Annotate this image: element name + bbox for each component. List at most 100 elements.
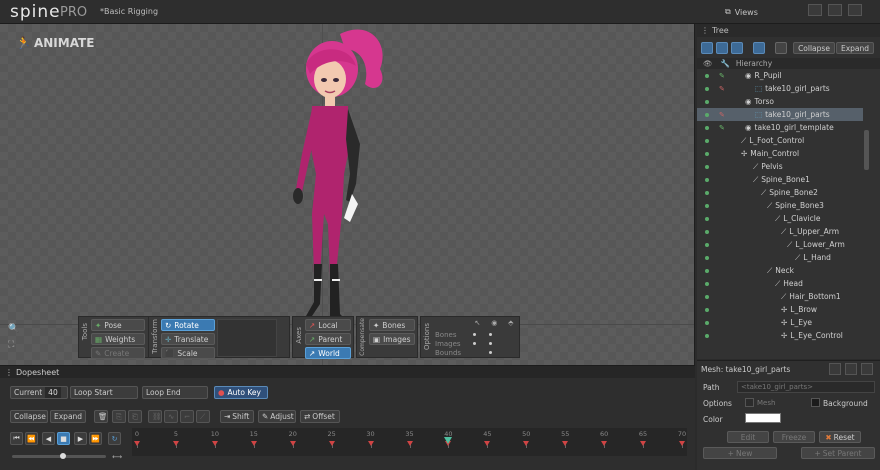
play-reverse-icon[interactable]: ◀ — [42, 432, 55, 445]
parent-axes-button[interactable]: ↗ Parent — [305, 333, 351, 345]
adjust-button[interactable]: ✎ Adjust — [258, 410, 296, 423]
viewport[interactable]: 🏃 ANIMATE 🔍 ⛶ Tools ✦ Pose ▦ Weights ✎ C… — [0, 24, 695, 365]
visibility-dot[interactable] — [705, 333, 709, 338]
mesh-checkbox[interactable] — [745, 398, 754, 407]
curve-keys-icon[interactable]: ∿ — [164, 410, 178, 423]
minimize-button[interactable] — [808, 4, 822, 16]
delete-keys-icon[interactable]: 🗑 — [94, 410, 108, 423]
weights-button[interactable]: ▦ Weights — [91, 333, 145, 345]
playhead[interactable] — [444, 437, 453, 444]
tree-row[interactable]: ✢ L_Eye_Control — [697, 329, 863, 342]
tree-row[interactable]: ✢ L_Brow — [697, 303, 863, 316]
visibility-dot[interactable] — [705, 229, 709, 234]
visibility-dot[interactable] — [705, 320, 709, 325]
visibility-dot[interactable] — [705, 177, 709, 182]
shift-button[interactable]: ⇥ Shift — [220, 410, 254, 423]
stop-icon[interactable]: ■ — [57, 432, 70, 445]
freeze-button[interactable]: Freeze — [773, 431, 815, 443]
zoom-icon[interactable]: 🔍 — [8, 324, 20, 336]
visibility-dot[interactable] — [705, 281, 709, 286]
visibility-dot[interactable] — [705, 112, 709, 117]
tree-collapse-button[interactable]: Collapse — [793, 42, 835, 54]
visibility-dot[interactable] — [705, 203, 709, 208]
visibility-dot[interactable] — [705, 307, 709, 312]
opt-images-select-toggle[interactable] — [473, 342, 476, 345]
timeline-key-marker[interactable] — [640, 441, 647, 446]
mesh-tool-icon-1[interactable] — [829, 363, 841, 375]
timeline-key-marker[interactable] — [134, 441, 140, 446]
speed-slider[interactable] — [12, 455, 106, 458]
auto-key-button[interactable]: ● Auto Key — [214, 386, 268, 399]
play-icon[interactable]: ▶ — [74, 432, 87, 445]
fit-view-icon[interactable]: ⛶ — [8, 340, 20, 352]
tree-row[interactable]: ⟋ L_Foot_Control — [697, 134, 863, 147]
reset-button[interactable]: ✖ Reset — [819, 431, 861, 443]
timeline-key-marker[interactable] — [562, 441, 569, 446]
visibility-dot[interactable] — [705, 86, 709, 91]
previous-key-icon[interactable]: ⏪ — [25, 432, 38, 445]
pose-button[interactable]: ✦ Pose — [91, 319, 145, 331]
loop-start-field[interactable]: Loop Start — [70, 386, 138, 399]
background-checkbox[interactable] — [811, 398, 820, 407]
dopesheet-tab[interactable]: ⋮ Dopesheet — [0, 366, 695, 378]
local-axes-button[interactable]: ↗ Local — [305, 319, 351, 331]
tree-expand-button[interactable]: Expand — [836, 42, 874, 54]
visibility-dot[interactable] — [705, 99, 709, 104]
link-keys-icon[interactable]: ⛓ — [148, 410, 162, 423]
tree-tab[interactable]: ⋮ Tree — [697, 24, 880, 37]
timeline-key-marker[interactable] — [172, 441, 179, 446]
current-frame-field[interactable]: Current 40 — [10, 386, 68, 399]
visibility-dot[interactable] — [705, 216, 709, 221]
tree-row[interactable]: ✎ ◉ take10_girl_template — [697, 121, 863, 134]
tree-row[interactable]: ⟋ L_Clavicle — [697, 212, 863, 225]
compensate-bones-button[interactable]: ✦ Bones — [369, 319, 415, 331]
world-axes-button[interactable]: ↗ World — [305, 347, 351, 359]
tree-row[interactable]: ⟋ L_Hand — [697, 251, 863, 264]
constraints-filter-icon[interactable] — [753, 42, 765, 54]
visibility-dot[interactable] — [705, 242, 709, 247]
events-filter-icon[interactable] — [775, 42, 787, 54]
visibility-dot[interactable] — [705, 73, 709, 78]
compensate-images-button[interactable]: ▣ Images — [369, 333, 415, 345]
images-filter-icon[interactable] — [731, 42, 743, 54]
create-button[interactable]: ✎ Create — [91, 347, 145, 359]
mesh-tool-icon-3[interactable] — [861, 363, 873, 375]
loop-toggle-icon[interactable]: ↻ — [108, 432, 121, 445]
timeline-key-marker[interactable] — [484, 441, 491, 446]
bones-filter-icon[interactable] — [701, 42, 713, 54]
tree-row[interactable]: ✎ ◉ R_Pupil — [697, 69, 863, 82]
color-swatch[interactable] — [745, 413, 781, 423]
tree-row[interactable]: ⟋ Head — [697, 277, 863, 290]
set-parent-button[interactable]: + Set Parent — [801, 447, 875, 459]
scale-button[interactable]: ⬛ Scale — [161, 347, 215, 359]
tree-row[interactable]: ⟋ Pelvis — [697, 160, 863, 173]
tree-row[interactable]: ⟋ L_Upper_Arm — [697, 225, 863, 238]
visibility-dot[interactable] — [705, 151, 709, 156]
visibility-dot[interactable] — [705, 294, 709, 299]
visibility-dot[interactable] — [705, 138, 709, 143]
visibility-dot[interactable] — [705, 255, 709, 260]
timeline-key-marker[interactable] — [679, 441, 685, 446]
visibility-dot[interactable] — [705, 125, 709, 130]
visibility-dot[interactable] — [705, 190, 709, 195]
offset-button[interactable]: ⇄ Offset — [300, 410, 340, 423]
timeline-key-marker[interactable] — [289, 441, 296, 446]
transform-value-fields[interactable] — [217, 319, 277, 357]
paste-keys-icon[interactable]: ⎗ — [128, 410, 142, 423]
linear-keys-icon[interactable]: ⟋ — [196, 410, 210, 423]
timeline-key-marker[interactable] — [406, 441, 413, 446]
opt-bounds-visible-toggle[interactable] — [489, 351, 492, 354]
speed-slider-handle[interactable] — [60, 453, 66, 459]
tree-row[interactable]: ⟋ L_Lower_Arm — [697, 238, 863, 251]
opt-images-visible-toggle[interactable] — [489, 342, 492, 345]
loop-end-field[interactable]: Loop End — [142, 386, 208, 399]
timeline-key-marker[interactable] — [250, 441, 257, 446]
timeline-key-marker[interactable] — [328, 441, 335, 446]
tree-scrollbar[interactable] — [864, 130, 869, 170]
step-keys-icon[interactable]: ⌐ — [180, 410, 194, 423]
timeline-key-marker[interactable] — [523, 441, 530, 446]
timeline-key-marker[interactable] — [211, 441, 218, 446]
dopesheet-collapse-button[interactable]: Collapse — [10, 410, 48, 423]
tree-row-selected[interactable]: ✎ ⬚ take10_girl_parts — [697, 108, 863, 121]
tree-row[interactable]: ✢ L_Eye — [697, 316, 863, 329]
